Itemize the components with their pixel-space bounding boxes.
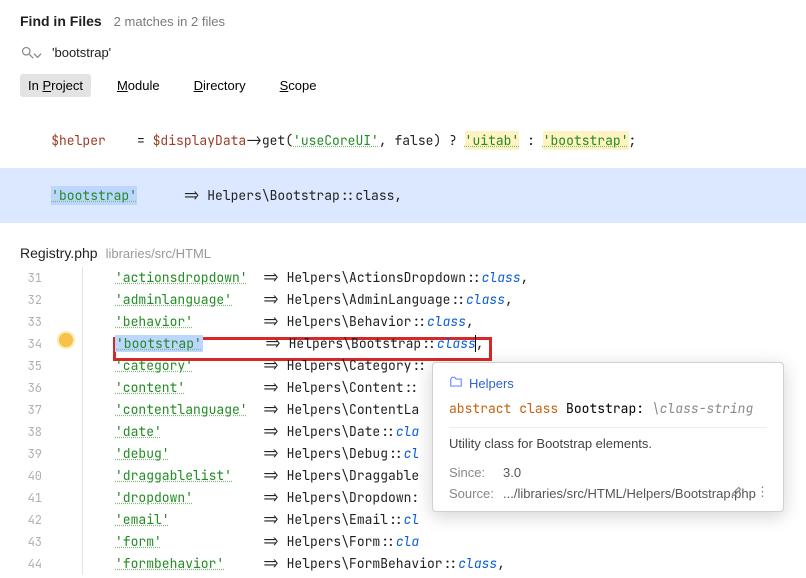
source-value[interactable]: .../libraries/src/HTML/Helpers/Bootstrap… xyxy=(503,486,767,501)
line-number: 38 xyxy=(0,421,50,443)
line-number: 32 xyxy=(0,289,50,311)
code-line[interactable]: 31'actionsdropdown' => Helpers\ActionsDr… xyxy=(0,267,806,289)
since-value: 3.0 xyxy=(503,465,767,480)
search-row[interactable]: 'bootstrap' xyxy=(0,39,806,70)
line-number: 42 xyxy=(0,509,50,531)
intention-bulb-icon[interactable] xyxy=(59,333,73,347)
search-input[interactable]: 'bootstrap' xyxy=(52,45,111,60)
source-label: Source: xyxy=(449,486,503,501)
line-number: 35 xyxy=(0,355,50,377)
header: Find in Files 2 matches in 2 files xyxy=(0,0,806,39)
code-line[interactable]: 43'form' => Helpers\Form::cla xyxy=(0,531,806,553)
line-number: 44 xyxy=(0,553,50,575)
scope-tab-module[interactable]: Module xyxy=(109,74,168,97)
dialog-title: Find in Files xyxy=(20,13,102,29)
scope-tab-directory[interactable]: Directory xyxy=(186,74,254,97)
line-number: 36 xyxy=(0,377,50,399)
code-line[interactable]: 42'email' => Helpers\Email::cl xyxy=(0,509,806,531)
line-number: 39 xyxy=(0,443,50,465)
line-number: 43 xyxy=(0,531,50,553)
more-icon[interactable]: ⋮ xyxy=(756,484,771,501)
line-number: 34 xyxy=(0,333,50,355)
scope-tabs: In Project Module Directory Scope xyxy=(0,70,806,109)
search-icon xyxy=(20,45,42,60)
line-number: 40 xyxy=(0,465,50,487)
result-line-selected[interactable]: 'bootstrap' => Helpers\Bootstrap::class, xyxy=(0,168,806,223)
since-label: Since: xyxy=(449,465,503,480)
code-line[interactable]: 44'formbehavior' => Helpers\FormBehavior… xyxy=(0,553,806,575)
file-path: libraries/src/HTML xyxy=(106,246,211,261)
file-name: Registry.php xyxy=(20,245,98,261)
line-number: 33 xyxy=(0,311,50,333)
code-line[interactable]: 32'adminlanguage' => Helpers\AdminLangua… xyxy=(0,289,806,311)
line-number: 37 xyxy=(0,399,50,421)
line-number: 41 xyxy=(0,487,50,509)
edit-icon[interactable] xyxy=(730,484,744,501)
scope-tab-project[interactable]: In Project xyxy=(20,74,91,97)
line-number: 31 xyxy=(0,267,50,289)
file-header[interactable]: Registry.php libraries/src/HTML xyxy=(0,237,806,267)
scope-tab-scope[interactable]: Scope xyxy=(272,74,325,97)
doc-description: Utility class for Bootstrap elements. xyxy=(449,436,767,451)
package-icon xyxy=(449,375,463,392)
code-line[interactable]: 33'behavior' => Helpers\Behavior::class, xyxy=(0,311,806,333)
package-link[interactable]: Helpers xyxy=(469,376,514,391)
code-line[interactable]: 34'bootstrap' => Helpers\Bootstrap::clas… xyxy=(0,333,806,355)
results-preview: $helper = $displayData->get('useCoreUI',… xyxy=(0,109,806,237)
gutter-icon-slot xyxy=(50,333,82,347)
result-line[interactable]: $helper = $displayData->get('useCoreUI',… xyxy=(20,113,806,168)
match-count: 2 matches in 2 files xyxy=(114,14,225,29)
doc-popup: Helpers abstract class Bootstrap: \class… xyxy=(432,362,784,512)
